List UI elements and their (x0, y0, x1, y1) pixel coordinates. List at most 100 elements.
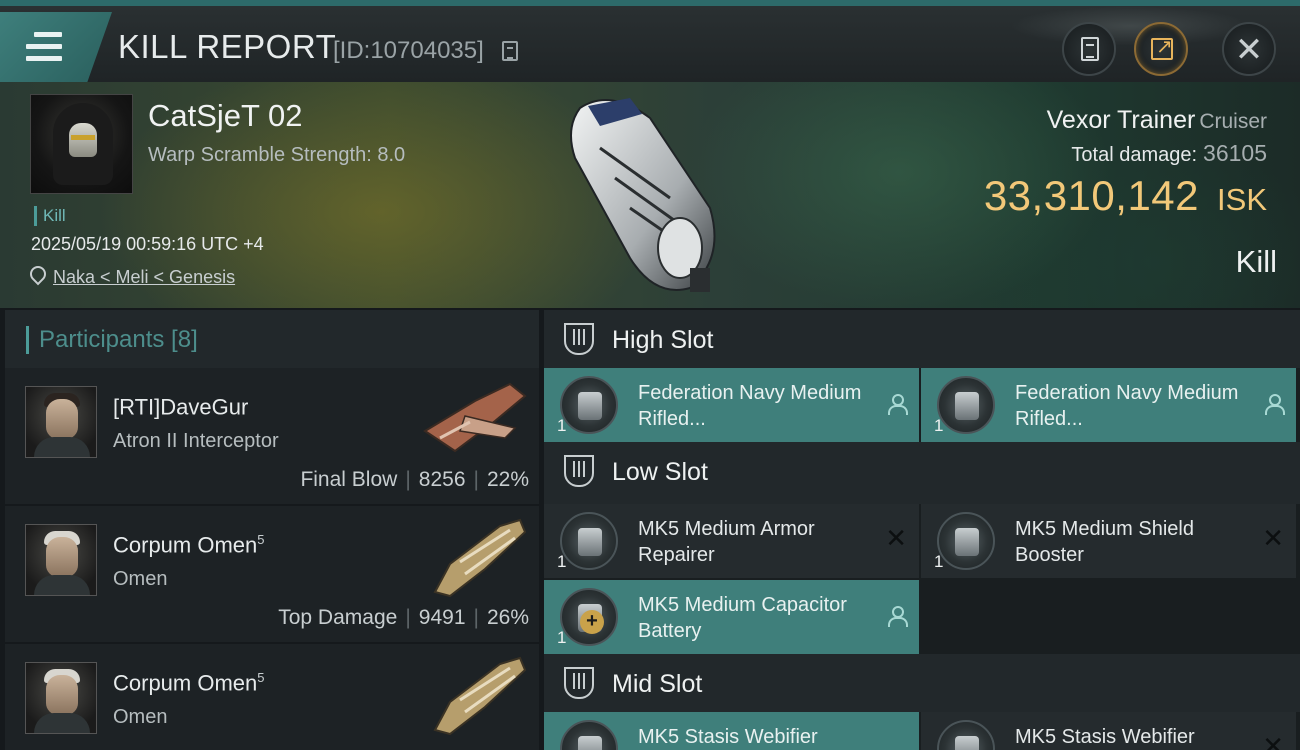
close-icon: ✕ (1234, 30, 1264, 70)
module-name: MK5 Stasis Webifier (638, 726, 818, 748)
header-decoration (1010, 6, 1250, 46)
module-item[interactable]: 1 Federation Navy Medium Rifled... (921, 368, 1296, 442)
avatar[interactable] (25, 662, 97, 734)
participant-name: [RTI]DaveGur (113, 394, 249, 420)
module-name: MK5 Medium Shield Booster (1015, 518, 1194, 566)
victim-banner: CatSjeT 02 Warp Scramble Strength: 8.0 K… (0, 82, 1300, 308)
participant-ship-image (433, 656, 527, 736)
participant-damage: 8256 (418, 468, 466, 491)
person-icon (1264, 394, 1285, 415)
module-quantity: 1 (557, 416, 567, 435)
module-item[interactable]: 1 Federation Navy Medium Rifled... (544, 368, 919, 442)
kill-timestamp: 2025/05/19 00:59:16 UTC +4 (31, 234, 264, 254)
share-button[interactable] (1134, 22, 1188, 76)
person-icon (887, 394, 908, 415)
stasis-webifier-icon (560, 720, 618, 750)
fitting-panel: High Slot 1 Federation Navy Medium Rifle… (544, 310, 1300, 750)
copy-icon[interactable] (502, 41, 518, 61)
avatar[interactable] (25, 524, 97, 596)
participant-row[interactable]: Corpum Omen5 Omen Top Damage | 9491 | 26% (5, 506, 539, 642)
module-item[interactable]: 1 MK5 Medium Shield Booster ✕ (921, 504, 1296, 578)
participant-ship-image (433, 518, 527, 598)
low-slot-modules: 1 MK5 Medium Armor Repairer ✕ 1 MK5 Medi… (544, 504, 1300, 578)
menu-button[interactable] (0, 12, 112, 82)
module-item[interactable]: 1 MK5 Medium Armor Repairer ✕ (544, 504, 919, 578)
participants-panel: Participants [8] [RTI]DaveGur Atron II I… (5, 310, 539, 750)
participant-row[interactable]: [RTI]DaveGur Atron II Interceptor Final … (5, 368, 539, 504)
share-icon (1151, 34, 1173, 60)
participant-ship: Atron II Interceptor (113, 430, 279, 452)
low-slot-header: Low Slot (544, 442, 1300, 504)
module-quantity: 1 (934, 552, 944, 571)
participants-header[interactable]: Participants [8] (5, 310, 539, 368)
x-icon: ✕ (1262, 524, 1284, 554)
participant-ship-image (423, 382, 527, 453)
kill-tag: Kill (34, 206, 66, 226)
mid-slot-header: Mid Slot (544, 654, 1300, 712)
total-damage-value: 36105 (1203, 140, 1267, 166)
ship-name: Vexor Trainer (1046, 106, 1196, 134)
notes-button[interactable] (1062, 22, 1116, 76)
top-bar: KILL REPORT [ID:10704035] ✕ (0, 0, 1300, 82)
turret-icon (560, 376, 618, 434)
participant-name: Corpum Omen5 (113, 532, 265, 558)
location-link[interactable]: Naka < Meli < Genesis (53, 267, 235, 288)
module-name: MK5 Stasis Webifier (1015, 726, 1195, 748)
participant-role: Final Blow (300, 468, 398, 491)
module-item[interactable]: 1 MK5 Stasis Webifier (544, 712, 919, 750)
high-slot-modules: 1 Federation Navy Medium Rifled... 1 Fed… (544, 368, 1300, 442)
turret-icon (937, 376, 995, 434)
high-slot-title: High Slot (612, 326, 714, 354)
person-icon (887, 606, 908, 627)
participant-percent: 22% (486, 468, 529, 491)
warp-scramble-strength: Warp Scramble Strength: 8.0 (148, 144, 406, 166)
module-name: Federation Navy Medium Rifled... (638, 382, 862, 430)
victim-ship-image[interactable] (560, 88, 730, 298)
participant-name: Corpum Omen5 (113, 670, 265, 696)
isk-amount: 33,310,142 (983, 172, 1200, 219)
low-slot-title: Low Slot (612, 458, 708, 486)
slot-rack-icon (564, 667, 594, 699)
avatar[interactable] (25, 386, 97, 458)
module-quantity: 1 (557, 552, 567, 571)
low-slot-modules-row2: + 1 MK5 Medium Capacitor Battery (544, 580, 1300, 654)
result-label: Kill (1235, 244, 1277, 279)
shield-booster-icon (937, 512, 995, 570)
participant-stats: Final Blow | 8256 | 22% (300, 468, 529, 491)
mid-slot-title: Mid Slot (612, 670, 703, 698)
participant-damage: 9491 (418, 606, 466, 629)
isk-value: 33,310,142 ISK (984, 172, 1267, 220)
page-title: KILL REPORT (118, 28, 337, 65)
participant-ship: Omen (113, 706, 168, 728)
victim-ship-type: Vexor Trainer Cruiser (1047, 106, 1267, 135)
close-button[interactable]: ✕ (1222, 22, 1276, 76)
module-quantity: 1 (934, 416, 944, 435)
participant-stats: Top Damage | 9491 | 26% (278, 606, 529, 629)
clipboard-icon (1081, 37, 1099, 61)
plus-icon: + (580, 610, 604, 634)
x-icon: ✕ (1262, 732, 1284, 750)
isk-unit: ISK (1217, 182, 1267, 217)
total-damage: Total damage: 36105 (1071, 140, 1267, 167)
stasis-webifier-icon (937, 720, 995, 750)
mid-slot-modules: 1 MK5 Stasis Webifier 1 MK5 Stasis Webif… (544, 712, 1300, 750)
module-item[interactable]: 1 MK5 Stasis Webifier ✕ (921, 712, 1296, 750)
hamburger-menu-icon (26, 32, 62, 62)
module-item[interactable]: + 1 MK5 Medium Capacitor Battery (544, 580, 919, 654)
module-name: MK5 Medium Armor Repairer (638, 518, 815, 566)
slot-rack-icon (564, 323, 594, 355)
participant-percent: 26% (486, 606, 529, 629)
total-damage-label: Total damage: (1071, 144, 1198, 166)
participant-ship: Omen (113, 568, 168, 590)
victim-avatar[interactable] (30, 94, 133, 194)
x-icon: ✕ (885, 524, 907, 554)
participant-row[interactable]: Corpum Omen5 Omen (5, 644, 539, 750)
high-slot-header: High Slot (544, 310, 1300, 368)
armor-repairer-icon (560, 512, 618, 570)
participants-label: Participants [8] (26, 326, 198, 354)
module-quantity: 1 (557, 628, 567, 647)
module-name: MK5 Medium Capacitor Battery (638, 594, 847, 642)
module-name: Federation Navy Medium Rifled... (1015, 382, 1239, 430)
victim-name[interactable]: CatSjeT 02 (148, 98, 303, 134)
slot-rack-icon (564, 455, 594, 487)
